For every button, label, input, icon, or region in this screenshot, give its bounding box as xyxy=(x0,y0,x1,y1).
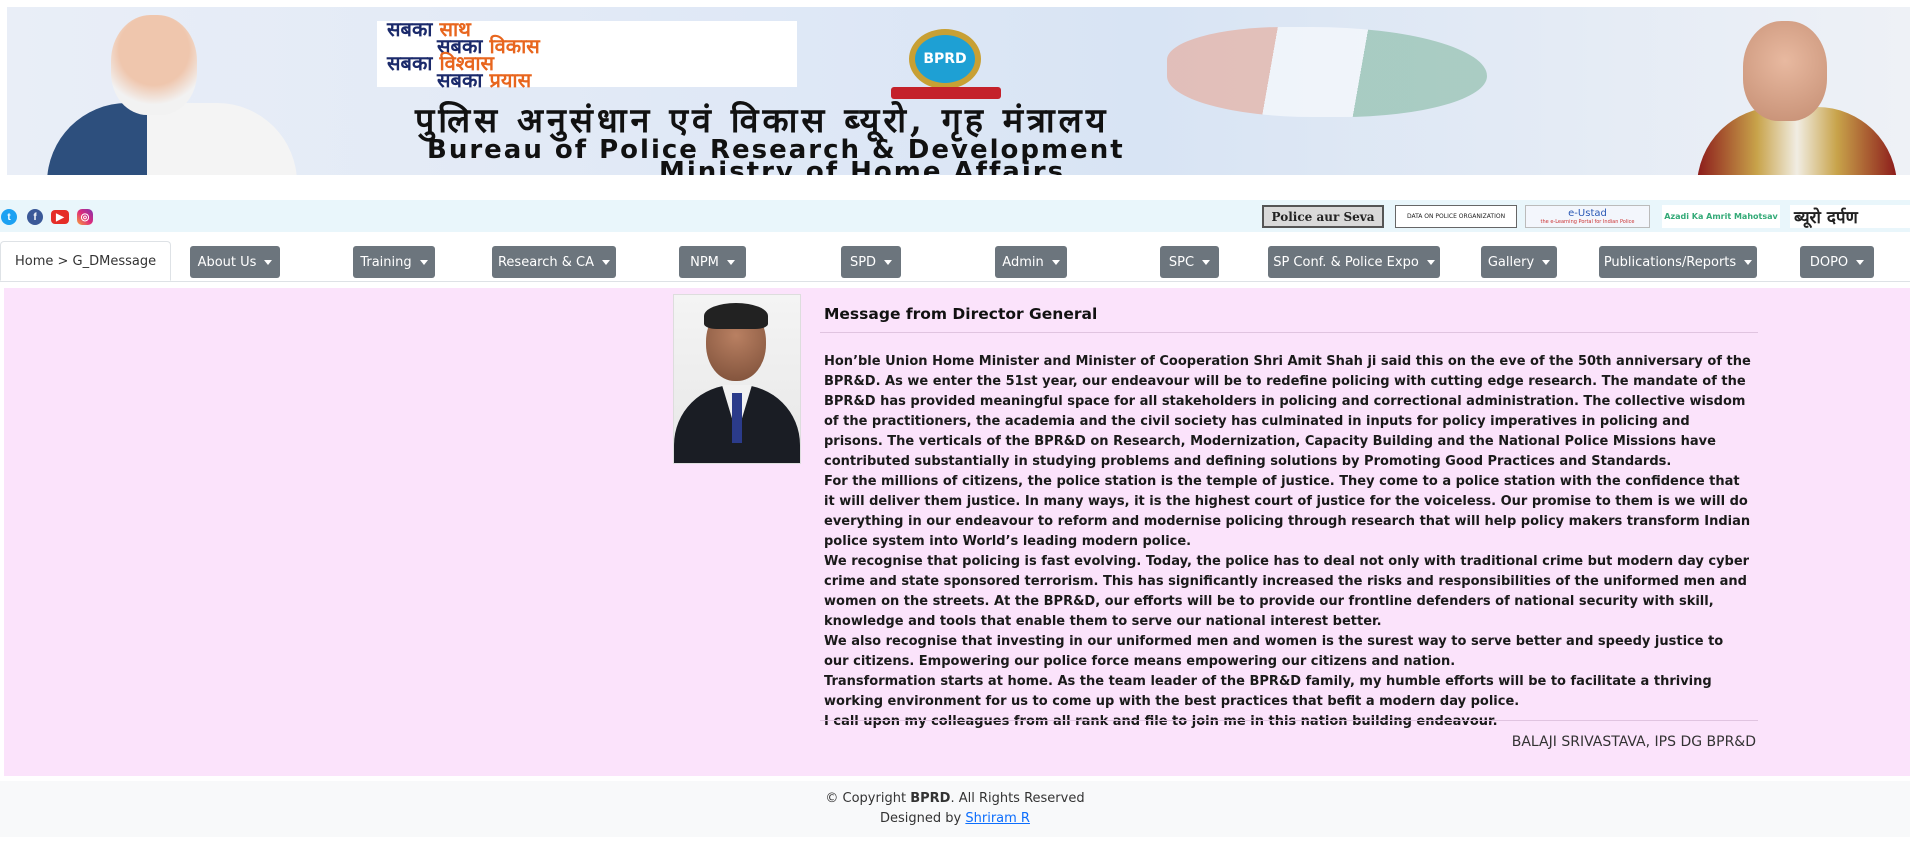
nav-about-us[interactable]: About Us xyxy=(190,246,280,278)
message-paragraph: Hon’ble Union Home Minister and Minister… xyxy=(824,354,1751,469)
footer: © Copyright BPRD. All Rights Reserved De… xyxy=(0,781,1910,837)
message-body: Hon’ble Union Home Minister and Minister… xyxy=(824,352,1752,732)
caret-down-icon xyxy=(1051,259,1060,265)
banner-subtitle-english: Ministry of Home Affairs xyxy=(659,157,1066,175)
e-ustad-label: e-Ustad xyxy=(1568,208,1607,219)
instagram-icon[interactable]: ◎ xyxy=(77,209,93,225)
banner-portrait-right xyxy=(1657,7,1910,175)
twitter-icon[interactable]: t xyxy=(1,209,17,225)
caret-down-icon xyxy=(1426,259,1435,265)
bprd-emblem: BPRD xyxy=(877,21,1017,99)
nav-spc[interactable]: SPC xyxy=(1160,246,1219,278)
copyright-org: BPRD xyxy=(910,791,951,806)
azadi-ka-amrit-mahotsav-link[interactable]: Azadi Ka Amrit Mahotsav xyxy=(1662,205,1780,228)
nav-sp-conf-police-expo[interactable]: SP Conf. & Police Expo xyxy=(1268,246,1440,278)
banner-portrait-left xyxy=(7,7,307,175)
message-paragraph: I call upon my colleagues from all rank … xyxy=(824,714,1498,729)
caret-down-icon xyxy=(1542,259,1551,265)
nav-publications-reports[interactable]: Publications/Reports xyxy=(1599,246,1757,278)
divider xyxy=(820,720,1758,721)
data-on-police-organization-link[interactable]: DATA ON POLICE ORGANIZATION xyxy=(1395,205,1517,228)
nav-npm[interactable]: NPM xyxy=(679,246,746,278)
designer-link[interactable]: Shriram R xyxy=(965,811,1030,826)
nav-research-ca[interactable]: Research & CA xyxy=(492,246,616,278)
message-paragraph: We also recognise that investing in our … xyxy=(824,634,1724,669)
dg-message-section: Message from Director General Hon’ble Un… xyxy=(4,288,1910,776)
nav-gallery[interactable]: Gallery xyxy=(1481,246,1557,278)
breadcrumb[interactable]: Home > G_DMessage xyxy=(0,241,172,281)
e-ustad-link[interactable]: e-Ustad the e-Learning Portal for Indian… xyxy=(1525,205,1650,228)
caret-down-icon xyxy=(264,259,273,265)
message-card: Message from Director General Hon’ble Un… xyxy=(820,288,1758,750)
nav-training[interactable]: Training xyxy=(353,246,435,278)
youtube-icon[interactable]: ▶ xyxy=(51,210,69,224)
caret-down-icon xyxy=(1202,259,1211,265)
police-aur-seva-link[interactable]: Police aur Seva xyxy=(1262,205,1384,228)
message-paragraph: Transformation starts at home. As the te… xyxy=(824,674,1712,709)
e-ustad-sublabel: the e-Learning Portal for Indian Police xyxy=(1540,219,1635,225)
header-banner: सबका साथ सबका विकास सबका विश्वास सबका प्… xyxy=(7,7,1910,175)
caret-down-icon xyxy=(419,259,428,265)
message-title: Message from Director General xyxy=(824,305,1098,323)
caret-down-icon xyxy=(1744,259,1753,265)
message-signature: BALAJI SRIVASTAVA, IPS DG BPR&D xyxy=(1511,734,1756,750)
facebook-icon[interactable]: f xyxy=(27,209,43,225)
caret-down-icon xyxy=(726,259,735,265)
nav-spd[interactable]: SPD xyxy=(841,246,901,278)
message-paragraph: For the millions of citizens, the police… xyxy=(824,474,1751,549)
copyright-line: © Copyright BPRD. All Rights Reserved xyxy=(825,791,1085,806)
director-general-photo xyxy=(673,294,801,464)
designed-by-line: Designed by Shriram R xyxy=(880,811,1030,826)
bureau-darpan-link[interactable]: ब्यूरो दर्पण xyxy=(1790,205,1910,228)
banner-title-hindi: पुलिस अनुसंधान एवं विकास ब्यूरो, गृह मंत… xyxy=(415,101,1110,141)
divider xyxy=(820,332,1758,333)
message-paragraph: We recognise that policing is fast evolv… xyxy=(824,554,1750,629)
caret-down-icon xyxy=(602,259,610,265)
main-nav: Home > G_DMessage About Us Training Rese… xyxy=(0,241,1910,282)
nav-admin[interactable]: Admin xyxy=(995,246,1067,278)
nav-dopo[interactable]: DOPO xyxy=(1800,246,1874,278)
banner-slogan: सबका साथ सबका विकास सबका विश्वास सबका प्… xyxy=(377,19,797,90)
caret-down-icon xyxy=(884,259,893,265)
caret-down-icon xyxy=(1856,259,1865,265)
